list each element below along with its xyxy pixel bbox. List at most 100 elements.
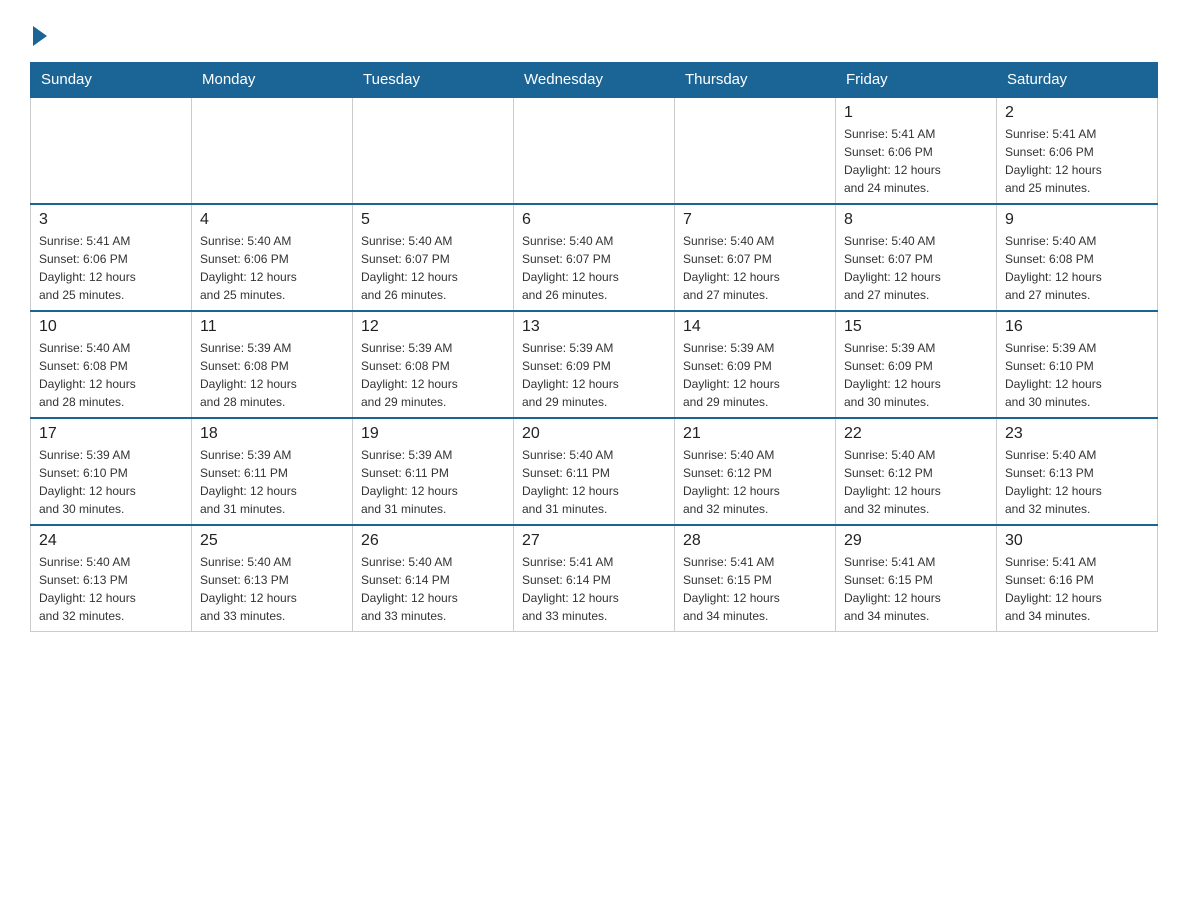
day-number: 29 <box>844 532 988 550</box>
calendar-cell: 18 Sunrise: 5:39 AM Sunset: 6:11 PM Dayli… <box>192 418 353 525</box>
calendar-cell: 30 Sunrise: 5:41 AM Sunset: 6:16 PM Dayli… <box>997 525 1158 632</box>
day-info: Sunrise: 5:40 AM Sunset: 6:07 PM Dayligh… <box>361 232 505 304</box>
calendar-cell: 15 Sunrise: 5:39 AM Sunset: 6:09 PM Dayli… <box>836 311 997 418</box>
day-info: Sunrise: 5:39 AM Sunset: 6:09 PM Dayligh… <box>683 339 827 411</box>
calendar-cell: 14 Sunrise: 5:39 AM Sunset: 6:09 PM Dayli… <box>675 311 836 418</box>
day-info: Sunrise: 5:39 AM Sunset: 6:08 PM Dayligh… <box>361 339 505 411</box>
day-info: Sunrise: 5:40 AM Sunset: 6:13 PM Dayligh… <box>1005 446 1149 518</box>
day-number: 4 <box>200 211 344 229</box>
calendar-cell: 1 Sunrise: 5:41 AM Sunset: 6:06 PM Daylig… <box>836 97 997 204</box>
calendar-cell: 2 Sunrise: 5:41 AM Sunset: 6:06 PM Daylig… <box>997 97 1158 204</box>
calendar-cell: 7Sunrise: 5:40 AM Sunset: 6:07 PM Daylig… <box>675 204 836 311</box>
day-number: 9 <box>1005 211 1149 229</box>
calendar-cell: 26 Sunrise: 5:40 AM Sunset: 6:14 PM Dayli… <box>353 525 514 632</box>
day-info: Sunrise: 5:39 AM Sunset: 6:11 PM Dayligh… <box>361 446 505 518</box>
day-info: Sunrise: 5:40 AM Sunset: 6:13 PM Dayligh… <box>200 553 344 625</box>
day-info: Sunrise: 5:40 AM Sunset: 6:12 PM Dayligh… <box>683 446 827 518</box>
calendar-cell: 3 Sunrise: 5:41 AM Sunset: 6:06 PM Daylig… <box>31 204 192 311</box>
day-number: 2 <box>1005 104 1149 122</box>
day-number: 12 <box>361 318 505 336</box>
day-number: 22 <box>844 425 988 443</box>
calendar-cell <box>675 97 836 204</box>
day-info: Sunrise: 5:41 AM Sunset: 6:06 PM Dayligh… <box>844 125 988 197</box>
calendar-cell: 8 Sunrise: 5:40 AM Sunset: 6:07 PM Daylig… <box>836 204 997 311</box>
day-number: 7 <box>683 211 827 229</box>
day-info: Sunrise: 5:40 AM Sunset: 6:13 PM Dayligh… <box>39 553 183 625</box>
col-header-friday: Friday <box>836 63 997 98</box>
calendar-cell: 5 Sunrise: 5:40 AM Sunset: 6:07 PM Daylig… <box>353 204 514 311</box>
day-info: Sunrise: 5:41 AM Sunset: 6:06 PM Dayligh… <box>39 232 183 304</box>
day-number: 27 <box>522 532 666 550</box>
day-number: 8 <box>844 211 988 229</box>
day-number: 17 <box>39 425 183 443</box>
day-info: Sunrise: 5:40 AM Sunset: 6:07 PM Dayligh… <box>844 232 988 304</box>
day-number: 11 <box>200 318 344 336</box>
day-number: 10 <box>39 318 183 336</box>
day-info: Sunrise: 5:39 AM Sunset: 6:10 PM Dayligh… <box>39 446 183 518</box>
calendar-cell: 10 Sunrise: 5:40 AM Sunset: 6:08 PM Dayli… <box>31 311 192 418</box>
calendar-cell: 21 Sunrise: 5:40 AM Sunset: 6:12 PM Dayli… <box>675 418 836 525</box>
col-header-monday: Monday <box>192 63 353 98</box>
day-number: 5 <box>361 211 505 229</box>
calendar-cell: 13 Sunrise: 5:39 AM Sunset: 6:09 PM Dayli… <box>514 311 675 418</box>
day-info: Sunrise: 5:41 AM Sunset: 6:15 PM Dayligh… <box>844 553 988 625</box>
day-info: Sunrise: 5:40 AM Sunset: 6:14 PM Dayligh… <box>361 553 505 625</box>
logo-arrow-icon <box>33 26 47 46</box>
day-number: 6 <box>522 211 666 229</box>
day-number: 26 <box>361 532 505 550</box>
calendar-header-row: SundayMondayTuesdayWednesdayThursdayFrid… <box>31 63 1158 98</box>
day-info: Sunrise: 5:40 AM Sunset: 6:11 PM Dayligh… <box>522 446 666 518</box>
day-info: Sunrise: 5:40 AM Sunset: 6:06 PM Dayligh… <box>200 232 344 304</box>
week-row-2: 3 Sunrise: 5:41 AM Sunset: 6:06 PM Daylig… <box>31 204 1158 311</box>
col-header-thursday: Thursday <box>675 63 836 98</box>
day-info: Sunrise: 5:39 AM Sunset: 6:08 PM Dayligh… <box>200 339 344 411</box>
calendar-cell <box>31 97 192 204</box>
calendar-cell: 23 Sunrise: 5:40 AM Sunset: 6:13 PM Dayli… <box>997 418 1158 525</box>
calendar-cell: 22 Sunrise: 5:40 AM Sunset: 6:12 PM Dayli… <box>836 418 997 525</box>
day-info: Sunrise: 5:41 AM Sunset: 6:16 PM Dayligh… <box>1005 553 1149 625</box>
calendar-cell: 16 Sunrise: 5:39 AM Sunset: 6:10 PM Dayli… <box>997 311 1158 418</box>
day-info: Sunrise: 5:41 AM Sunset: 6:06 PM Dayligh… <box>1005 125 1149 197</box>
calendar-cell: 12 Sunrise: 5:39 AM Sunset: 6:08 PM Dayli… <box>353 311 514 418</box>
day-info: Sunrise: 5:40 AM Sunset: 6:08 PM Dayligh… <box>39 339 183 411</box>
day-info: Sunrise: 5:40 AM Sunset: 6:12 PM Dayligh… <box>844 446 988 518</box>
week-row-3: 10 Sunrise: 5:40 AM Sunset: 6:08 PM Dayli… <box>31 311 1158 418</box>
day-number: 25 <box>200 532 344 550</box>
calendar-cell: 19Sunrise: 5:39 AM Sunset: 6:11 PM Dayli… <box>353 418 514 525</box>
calendar-cell: 20Sunrise: 5:40 AM Sunset: 6:11 PM Dayli… <box>514 418 675 525</box>
day-number: 13 <box>522 318 666 336</box>
day-number: 14 <box>683 318 827 336</box>
day-info: Sunrise: 5:40 AM Sunset: 6:07 PM Dayligh… <box>522 232 666 304</box>
day-number: 18 <box>200 425 344 443</box>
day-number: 21 <box>683 425 827 443</box>
day-info: Sunrise: 5:39 AM Sunset: 6:09 PM Dayligh… <box>844 339 988 411</box>
day-info: Sunrise: 5:40 AM Sunset: 6:08 PM Dayligh… <box>1005 232 1149 304</box>
calendar-cell <box>514 97 675 204</box>
calendar-cell: 24 Sunrise: 5:40 AM Sunset: 6:13 PM Dayli… <box>31 525 192 632</box>
calendar-table: SundayMondayTuesdayWednesdayThursdayFrid… <box>30 62 1158 632</box>
logo <box>30 20 47 42</box>
day-number: 24 <box>39 532 183 550</box>
calendar-cell: 4 Sunrise: 5:40 AM Sunset: 6:06 PM Daylig… <box>192 204 353 311</box>
calendar-cell: 28 Sunrise: 5:41 AM Sunset: 6:15 PM Dayli… <box>675 525 836 632</box>
calendar-cell: 11 Sunrise: 5:39 AM Sunset: 6:08 PM Dayli… <box>192 311 353 418</box>
day-number: 16 <box>1005 318 1149 336</box>
day-number: 3 <box>39 211 183 229</box>
day-number: 15 <box>844 318 988 336</box>
col-header-wednesday: Wednesday <box>514 63 675 98</box>
calendar-cell: 6 Sunrise: 5:40 AM Sunset: 6:07 PM Daylig… <box>514 204 675 311</box>
calendar-cell <box>192 97 353 204</box>
day-info: Sunrise: 5:39 AM Sunset: 6:11 PM Dayligh… <box>200 446 344 518</box>
day-info: Sunrise: 5:39 AM Sunset: 6:09 PM Dayligh… <box>522 339 666 411</box>
calendar-cell: 9 Sunrise: 5:40 AM Sunset: 6:08 PM Daylig… <box>997 204 1158 311</box>
col-header-tuesday: Tuesday <box>353 63 514 98</box>
day-number: 1 <box>844 104 988 122</box>
day-number: 28 <box>683 532 827 550</box>
day-info: Sunrise: 5:41 AM Sunset: 6:14 PM Dayligh… <box>522 553 666 625</box>
day-info: Sunrise: 5:39 AM Sunset: 6:10 PM Dayligh… <box>1005 339 1149 411</box>
day-number: 23 <box>1005 425 1149 443</box>
day-number: 30 <box>1005 532 1149 550</box>
calendar-cell: 27 Sunrise: 5:41 AM Sunset: 6:14 PM Dayli… <box>514 525 675 632</box>
week-row-5: 24 Sunrise: 5:40 AM Sunset: 6:13 PM Dayli… <box>31 525 1158 632</box>
day-info: Sunrise: 5:41 AM Sunset: 6:15 PM Dayligh… <box>683 553 827 625</box>
